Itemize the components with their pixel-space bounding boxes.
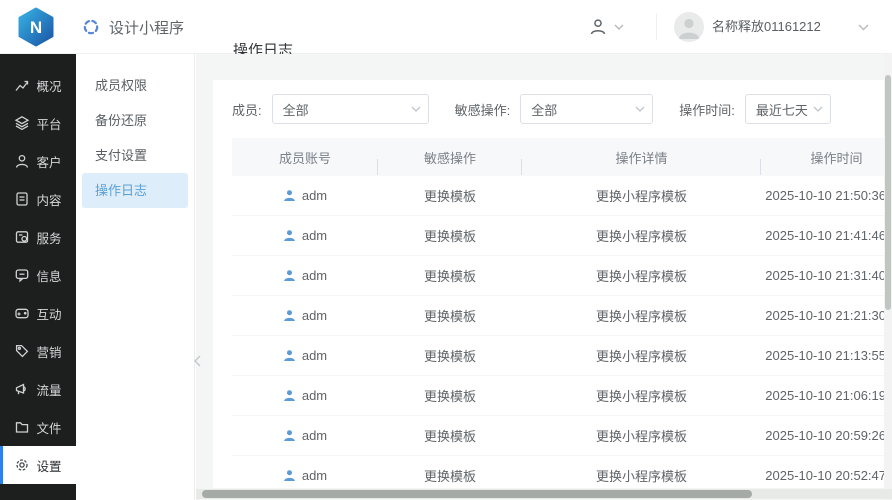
table-row: adm 更换模板 更换小程序模板 2025-10-10 21:13:55 bbox=[232, 336, 892, 376]
filter-sensitive-op-label: 敏感操作: bbox=[455, 100, 511, 119]
chevron-down-icon bbox=[411, 106, 421, 112]
sidebar-item-overview[interactable]: 概况 bbox=[0, 66, 76, 104]
gear-icon bbox=[14, 457, 30, 473]
operation-log-card: 成员: 全部 敏感操作: 全部 操作时间: bbox=[213, 80, 892, 488]
app-logo-hexagon-icon: N bbox=[16, 7, 56, 47]
filter-time-label: 操作时间: bbox=[679, 100, 735, 119]
filter-time-select[interactable]: 最近七天 bbox=[745, 94, 831, 124]
submenu-item-payment-settings[interactable]: 支付设置 bbox=[82, 138, 188, 173]
customer-person-icon bbox=[14, 153, 30, 169]
sidebar-item-files[interactable]: 文件 bbox=[0, 408, 76, 446]
filter-sensitive-op: 敏感操作: 全部 bbox=[455, 94, 654, 124]
svg-text:N: N bbox=[30, 18, 42, 37]
submenu-item-member-permissions[interactable]: 成员权限 bbox=[82, 68, 188, 103]
chevron-down-icon bbox=[635, 106, 645, 112]
primary-sidebar: 概况 平台 客户 内容 服务 信息 互动 bbox=[0, 54, 76, 500]
sidebar-item-settings[interactable]: 设置 bbox=[0, 446, 76, 484]
horizontal-scrollbar-thumb[interactable] bbox=[202, 490, 752, 498]
chevron-down-icon bbox=[614, 24, 624, 30]
trend-chart-icon bbox=[14, 77, 30, 93]
header-op-detail: 操作详情 bbox=[522, 148, 761, 167]
sidebar-item-services[interactable]: 服务 bbox=[0, 218, 76, 256]
main-content: 成员: 全部 敏感操作: 全部 操作时间: bbox=[196, 54, 892, 500]
member-person-icon bbox=[283, 389, 296, 402]
table-row: adm 更换模板 更换小程序模板 2025-10-10 21:31:40 bbox=[232, 256, 892, 296]
page-title: 操作日志 bbox=[233, 43, 293, 54]
table-row: adm 更换模板 更换小程序模板 2025-10-10 21:06:19 bbox=[232, 376, 892, 416]
filter-sensitive-op-select[interactable]: 全部 bbox=[520, 94, 653, 124]
chevron-down-icon[interactable] bbox=[858, 24, 869, 31]
settings-submenu: 成员权限 备份还原 支付设置 操作日志 bbox=[76, 54, 195, 500]
sidebar-item-traffic[interactable]: 流量 bbox=[0, 370, 76, 408]
table-row: adm 更换模板 更换小程序模板 2025-10-10 20:59:26 bbox=[232, 416, 892, 456]
avatar[interactable] bbox=[674, 12, 704, 42]
operation-log-table: 成员账号 敏感操作 操作详情 操作时间 adm 更换模板 更换小程序模板 202… bbox=[232, 138, 892, 488]
header-op-time: 操作时间 bbox=[761, 148, 892, 167]
layers-icon bbox=[14, 115, 30, 131]
topbar: N 设计小程序 名称释放01161212 bbox=[0, 0, 892, 54]
member-person-icon bbox=[283, 349, 296, 362]
table-row: adm 更换模板 更换小程序模板 2025-10-10 21:41:46 bbox=[232, 216, 892, 256]
username: 名称释放01161212 bbox=[712, 0, 821, 54]
member-person-icon bbox=[283, 269, 296, 282]
member-person-icon bbox=[283, 429, 296, 442]
topbar-divider bbox=[656, 14, 657, 40]
sidebar-item-marketing[interactable]: 营销 bbox=[0, 332, 76, 370]
person-outline-icon bbox=[588, 17, 608, 37]
service-icon bbox=[14, 229, 30, 245]
table-row: adm 更换模板 更换小程序模板 2025-10-10 21:21:30 bbox=[232, 296, 892, 336]
sidebar-collapse-handle[interactable] bbox=[190, 350, 204, 372]
folder-icon bbox=[14, 419, 30, 435]
chevron-left-icon bbox=[194, 355, 201, 367]
table-row: adm 更换模板 更换小程序模板 2025-10-10 20:52:47 bbox=[232, 456, 892, 488]
submenu-item-backup-restore[interactable]: 备份还原 bbox=[82, 103, 188, 138]
megaphone-icon bbox=[14, 381, 30, 397]
miniprogram-icon bbox=[82, 18, 100, 36]
chevron-down-icon bbox=[813, 106, 823, 112]
tag-icon bbox=[14, 343, 30, 359]
document-icon bbox=[14, 191, 30, 207]
filter-time: 操作时间: 最近七天 bbox=[679, 94, 831, 124]
vertical-scrollbar-thumb[interactable] bbox=[885, 75, 891, 310]
horizontal-scrollbar bbox=[196, 489, 892, 499]
sidebar-item-messages[interactable]: 信息 bbox=[0, 256, 76, 294]
sidebar-item-interaction[interactable]: 互动 bbox=[0, 294, 76, 332]
table-header: 成员账号 敏感操作 操作详情 操作时间 bbox=[232, 138, 892, 176]
avatar-person-icon bbox=[674, 12, 704, 42]
filter-member-select[interactable]: 全部 bbox=[272, 94, 429, 124]
vertical-scrollbar bbox=[884, 54, 892, 500]
sidebar-item-customers[interactable]: 客户 bbox=[0, 142, 76, 180]
member-person-icon bbox=[283, 469, 296, 482]
header-member-account: 成员账号 bbox=[232, 148, 378, 167]
table-row: adm 更换模板 更换小程序模板 2025-10-10 21:50:36 bbox=[232, 176, 892, 216]
gamepad-icon bbox=[14, 305, 30, 321]
sidebar-item-platform[interactable]: 平台 bbox=[0, 104, 76, 142]
user-quick-menu[interactable] bbox=[588, 0, 624, 54]
message-icon bbox=[14, 267, 30, 283]
app-title: 设计小程序 bbox=[109, 17, 184, 38]
member-person-icon bbox=[283, 229, 296, 242]
header-sensitive-op: 敏感操作 bbox=[378, 148, 522, 167]
member-person-icon bbox=[283, 189, 296, 202]
sidebar-item-content[interactable]: 内容 bbox=[0, 180, 76, 218]
submenu-item-operation-log[interactable]: 操作日志 bbox=[82, 173, 188, 208]
filter-member-label: 成员: bbox=[232, 100, 262, 119]
filter-bar: 成员: 全部 敏感操作: 全部 操作时间: bbox=[213, 80, 892, 138]
filter-member: 成员: 全部 bbox=[232, 94, 429, 124]
member-person-icon bbox=[283, 309, 296, 322]
